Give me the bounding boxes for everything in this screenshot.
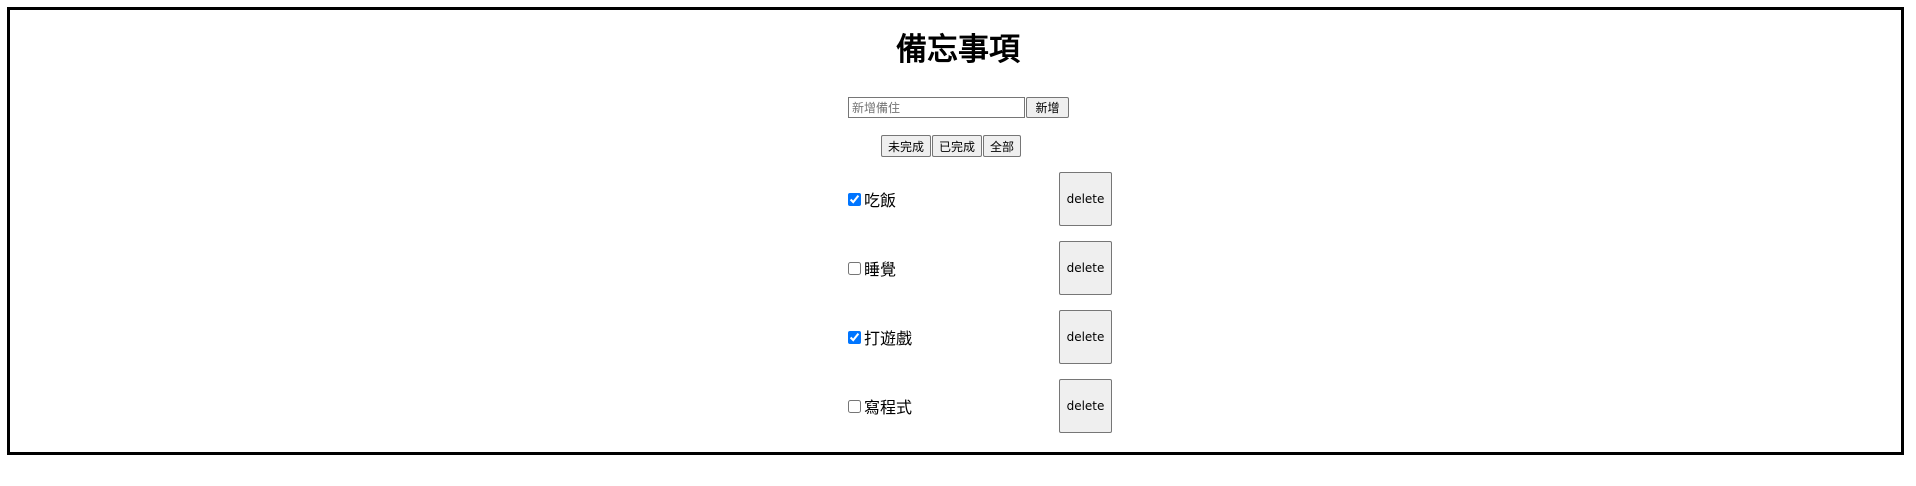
delete-button[interactable]: delete	[1059, 310, 1112, 364]
todo-label-group: 寫程式	[846, 379, 912, 433]
todo-text: 寫程式	[864, 398, 913, 417]
todo-item: 吃飯 delete	[846, 172, 1116, 241]
delete-button[interactable]: delete	[1059, 379, 1112, 433]
todo-text: 睡覺	[864, 260, 897, 279]
filter-all-button[interactable]: 全部	[983, 135, 1022, 157]
todo-checkbox[interactable]	[848, 399, 861, 413]
filter-bar: 未完成 已完成 全部	[881, 135, 1022, 157]
todo-text: 打遊戲	[864, 329, 913, 348]
delete-button[interactable]: delete	[1059, 172, 1112, 226]
add-todo-row: 新增	[848, 97, 1069, 118]
todo-item: 寫程式 delete	[846, 379, 1116, 448]
todo-text: 吃飯	[864, 191, 897, 210]
page-title: 備忘事項	[896, 32, 1020, 68]
todo-label-group: 打遊戲	[846, 310, 912, 364]
add-button[interactable]: 新增	[1026, 97, 1069, 118]
filter-completed-button[interactable]: 已完成	[932, 135, 983, 157]
todo-label-group: 吃飯	[846, 172, 896, 226]
delete-button[interactable]: delete	[1059, 241, 1112, 295]
todo-list: 吃飯 delete 睡覺 delete 打遊戲 delete 寫程式 delet…	[846, 172, 1116, 448]
todo-checkbox[interactable]	[848, 330, 861, 344]
filter-incomplete-button[interactable]: 未完成	[881, 135, 932, 157]
todo-checkbox[interactable]	[848, 192, 861, 206]
todo-checkbox[interactable]	[848, 261, 861, 275]
todo-label-group: 睡覺	[846, 241, 896, 295]
todo-item: 睡覺 delete	[846, 241, 1116, 310]
new-todo-input[interactable]	[848, 97, 1025, 118]
todo-item: 打遊戲 delete	[846, 310, 1116, 379]
